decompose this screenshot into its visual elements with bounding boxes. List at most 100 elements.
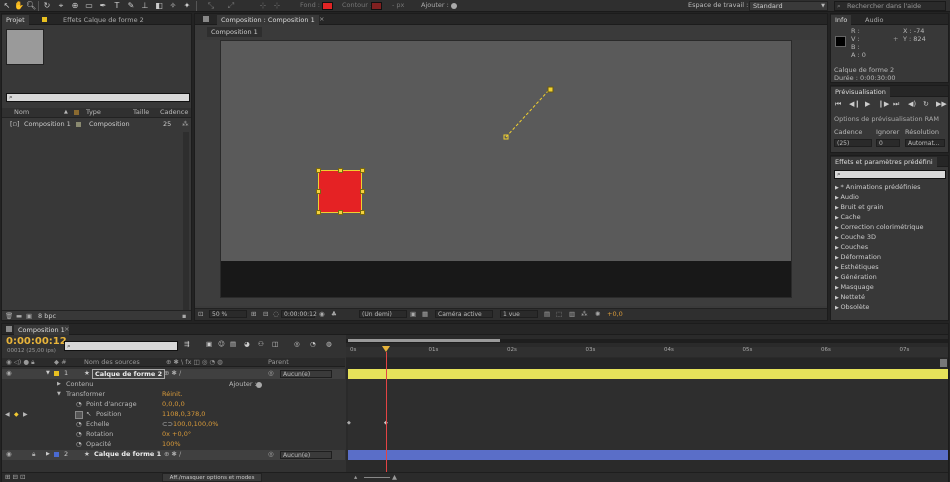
brainstorm-icon[interactable]: ⚇ <box>258 340 264 349</box>
layer-1-parent-select[interactable]: Aucun(e) <box>280 370 332 378</box>
bpc-toggle[interactable]: 8 bpc <box>38 312 56 321</box>
effects-category[interactable]: ▶ * Animations prédéfinies <box>835 183 921 193</box>
zoom-select[interactable]: 50 % <box>209 310 247 318</box>
rotation-row[interactable]: ◔ Rotation 0x +0,0° <box>2 430 345 440</box>
pan-behind-tool-icon[interactable]: ⊕ <box>70 1 80 11</box>
rotation-value[interactable]: 0x +0,0° <box>162 430 191 439</box>
comp-canvas[interactable] <box>220 40 792 298</box>
lock-icon[interactable]: 🔒︎ <box>32 450 35 459</box>
close-icon[interactable]: × <box>319 15 324 24</box>
red-square-shape[interactable] <box>318 170 362 213</box>
ram-preview-icon[interactable]: ▶▶ <box>936 100 947 109</box>
timeline-search-input[interactable]: ⌕ <box>64 341 178 351</box>
flowchart-icon[interactable]: ⁂ <box>581 310 588 319</box>
stopwatch-icon[interactable]: ◔ <box>76 420 82 429</box>
project-search-input[interactable]: ⌕ <box>6 93 190 102</box>
stroke-swatch[interactable] <box>371 2 382 10</box>
layer-switches[interactable]: ⊕ ✱ / <box>164 369 181 378</box>
timeline-icon[interactable]: ▥ <box>569 310 575 319</box>
col-name[interactable]: Nom <box>14 108 29 117</box>
zoom-in-icon[interactable]: ▲ <box>392 473 397 482</box>
exposure-value[interactable]: +0,0 <box>607 310 623 319</box>
tab-preview[interactable]: Prévisualisation <box>831 87 890 97</box>
camera-tool-icon[interactable]: ⌖ <box>56 1 66 11</box>
close-icon[interactable]: × <box>64 325 69 334</box>
exposure-icon[interactable]: ✺ <box>595 310 600 319</box>
delete-icon[interactable]: ▪ <box>182 312 186 321</box>
prev-keyframe-icon[interactable]: ◀ <box>5 410 10 419</box>
effects-category[interactable]: ▶ Audio <box>835 193 859 203</box>
timeline-graph[interactable]: 0s01s02s03s04s05s06s07s ◆ ◆ <box>346 335 948 472</box>
effects-category[interactable]: ▶ Correction colorimétrique <box>835 223 924 233</box>
effects-category[interactable]: ▶ Bruit et grain <box>835 203 883 213</box>
zoom-tool-icon[interactable]: 🔍︎ <box>26 1 36 11</box>
tab-audio[interactable]: Audio <box>861 15 887 25</box>
pickwhip-icon[interactable]: ◎ <box>268 369 274 378</box>
layer-label-chip[interactable] <box>54 452 59 457</box>
roto-tool-icon[interactable]: ✧ <box>168 1 178 11</box>
play-icon[interactable]: ▶ <box>865 100 870 109</box>
help-search-input[interactable]: ⌕ Rechercher dans l'aide <box>834 1 946 11</box>
anchor-row[interactable]: ◔ Point d'ancrage 0,0,0,0 <box>2 400 345 410</box>
zoom-out-icon[interactable]: ▴ <box>354 473 357 482</box>
add-content-button[interactable] <box>256 382 262 388</box>
handle-mr[interactable] <box>360 189 365 194</box>
expand-icon[interactable]: ▶ <box>46 450 50 459</box>
effects-category[interactable]: ▶ Masquage <box>835 283 874 293</box>
current-time-field[interactable]: 0:00:00:12 <box>281 310 317 318</box>
position-keyframe-icon[interactable]: ◆ <box>347 419 351 428</box>
last-frame-icon[interactable]: ⏭ <box>893 100 899 109</box>
effects-category[interactable]: ▶ Esthétiques <box>835 263 879 273</box>
tab-info[interactable]: Info <box>831 15 852 25</box>
next-keyframe-icon[interactable]: ▶ <box>23 410 28 419</box>
col-rate[interactable]: Cadence <box>160 108 188 117</box>
comp-mini-flowchart-icon[interactable]: ⇶ <box>184 340 189 349</box>
always-preview-icon[interactable]: ⊡ <box>198 310 203 319</box>
ram-options-label[interactable]: Options de prévisualisation RAM <box>834 115 939 124</box>
tab-timeline-comp[interactable]: Composition 1 <box>14 325 69 335</box>
pen-tool-icon[interactable]: ✒ <box>98 1 108 11</box>
selection-tool-icon[interactable]: ↖ <box>2 1 12 11</box>
text-tool-icon[interactable]: T <box>112 1 122 11</box>
visibility-icon[interactable]: ◉ <box>6 450 12 459</box>
snapshot-icon[interactable]: ◉ <box>319 310 325 319</box>
next-frame-icon[interactable]: ❙▶ <box>878 100 889 109</box>
puppet-tool-icon[interactable]: ✦ <box>182 1 192 11</box>
opacity-value[interactable]: 100% <box>162 440 181 449</box>
effects-category[interactable]: ▶ Couches <box>835 243 868 253</box>
handle-tm[interactable] <box>338 168 343 173</box>
scale-value[interactable]: 100,0,100,0% <box>173 420 218 429</box>
handle-tl[interactable] <box>316 168 321 173</box>
lock-icon[interactable] <box>6 326 12 332</box>
eraser-tool-icon[interactable]: ◧ <box>154 1 164 11</box>
effects-category[interactable]: ▶ Netteté <box>835 293 865 303</box>
col-parent[interactable]: Parent <box>268 358 289 367</box>
effects-category[interactable]: ▶ Génération <box>835 273 877 283</box>
layer-2-bar[interactable] <box>348 450 948 460</box>
effects-category[interactable]: ▶ Déformation <box>835 253 881 263</box>
loop-icon[interactable]: ↻ <box>923 100 929 109</box>
timeline-zoom-slider[interactable] <box>364 477 390 478</box>
effects-search-input[interactable]: ⌕ <box>834 170 946 179</box>
layer-2-parent-select[interactable]: Aucun(e) <box>280 451 332 459</box>
flowchart-icon[interactable]: ⁂ <box>182 120 189 129</box>
effects-category[interactable]: ▶ Cache <box>835 213 861 223</box>
handle-br[interactable] <box>360 210 365 215</box>
safe-zones-icon[interactable]: ⊞ <box>251 310 256 319</box>
col-source-name[interactable]: Nom des sources <box>84 358 140 367</box>
clone-tool-icon[interactable]: ⊥ <box>140 1 150 11</box>
layer-switches[interactable]: ⊕ ✱ / <box>164 450 181 459</box>
toggle-switches-modes-button[interactable]: Aff./masquer options et modes <box>162 473 262 482</box>
draft3d-icon[interactable]: ▣ <box>206 340 212 349</box>
tab-effects-presets[interactable]: Effets et paramètres prédéfini <box>831 157 937 167</box>
position-row[interactable]: ◀ ◆ ▶ ↖ Position 1108,0,378,0 <box>2 410 345 420</box>
position-value[interactable]: 1108,0,378,0 <box>162 410 205 419</box>
tab-composition[interactable]: Composition : Composition 1 <box>217 15 319 25</box>
fast-preview-icon[interactable]: ⬚ <box>556 310 562 319</box>
layer-row-2[interactable]: ◉ 🔒︎ ▶ 2 ★ Calque de forme 1 ⊕ ✱ / ◎ Auc… <box>2 450 345 460</box>
roi-icon[interactable]: ▣ <box>410 310 416 319</box>
effects-category[interactable]: ▶ Couche 3D <box>835 233 876 243</box>
world-axis-icon[interactable]: ⤢ <box>226 1 236 11</box>
col-type[interactable]: Type <box>86 108 101 117</box>
handle-bm[interactable] <box>338 210 343 215</box>
